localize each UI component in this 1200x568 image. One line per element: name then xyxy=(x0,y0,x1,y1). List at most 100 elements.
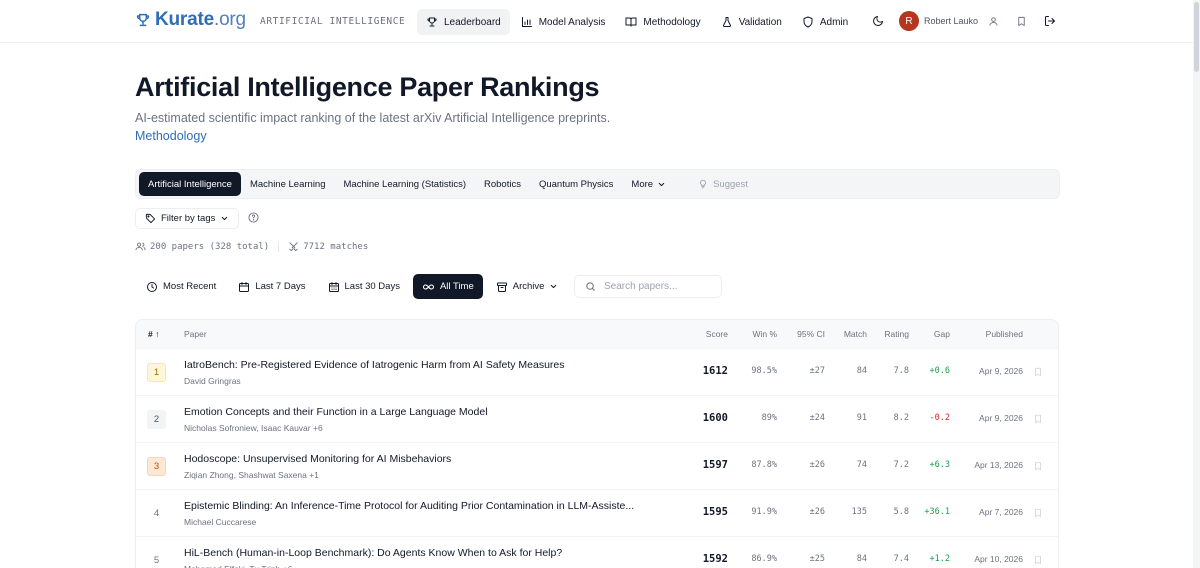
swords-icon xyxy=(288,241,299,252)
suggest-category-button[interactable]: Suggest xyxy=(689,172,757,196)
infinity-icon xyxy=(422,281,435,293)
user-icon[interactable] xyxy=(988,16,999,27)
logo-text: Kurate.org xyxy=(155,9,246,30)
papers-count: 200 papers (328 total) xyxy=(150,241,270,252)
filter-by-tags-button[interactable]: Filter by tags xyxy=(135,208,240,229)
nav-leaderboard[interactable]: Leaderboard xyxy=(417,9,510,35)
page-scrollbar[interactable] xyxy=(1193,0,1200,568)
paper-title[interactable]: Hodoscope: Unsupervised Monitoring for A… xyxy=(184,453,451,465)
user-name[interactable]: Robert Lauko xyxy=(924,16,978,26)
match-value: 135 xyxy=(851,507,867,517)
bookmark-icon[interactable] xyxy=(1033,367,1043,377)
win-header[interactable]: Win % xyxy=(752,329,777,339)
gap-value: +6.3 xyxy=(929,460,950,470)
nav-label: Admin xyxy=(819,16,849,28)
book-icon xyxy=(625,16,637,28)
most-recent-button[interactable]: Most Recent xyxy=(137,274,225,299)
tab-robotics[interactable]: Robotics xyxy=(475,172,530,196)
tab-machine-learning-statistics[interactable]: Machine Learning (Statistics) xyxy=(335,172,476,196)
rankings-table: # ↑ Paper Score Win % 95% CI Match Ratin… xyxy=(135,319,1059,568)
tab-more[interactable]: More xyxy=(622,172,675,196)
logout-icon[interactable] xyxy=(1044,15,1056,27)
methodology-link[interactable]: Methodology xyxy=(135,129,207,143)
ci-header[interactable]: 95% CI xyxy=(797,329,825,339)
divider xyxy=(278,241,280,252)
nav-admin[interactable]: Admin xyxy=(793,9,857,35)
win-value: 89% xyxy=(761,413,777,423)
scrollbar-thumb[interactable] xyxy=(1194,2,1199,72)
users-icon xyxy=(135,241,146,252)
archive-dropdown[interactable]: Archive xyxy=(487,274,568,299)
published-date: Apr 9, 2026 xyxy=(979,366,1023,376)
archive-icon xyxy=(496,281,508,293)
page-subtitle: AI-estimated scientific impact ranking o… xyxy=(135,111,611,125)
gap-value: -0.2 xyxy=(929,413,950,423)
filter-label: Filter by tags xyxy=(161,213,216,224)
nav-model-analysis[interactable]: Model Analysis xyxy=(512,9,615,35)
avatar[interactable]: R xyxy=(899,11,919,31)
bookmark-icon[interactable] xyxy=(1033,555,1043,565)
win-value: 91.9% xyxy=(751,507,777,517)
paper-authors: David Gringras xyxy=(184,376,241,386)
clock-icon xyxy=(146,281,158,293)
top-navbar: Kurate.org ARTIFICIAL INTELLIGENCE Leade… xyxy=(0,0,1200,43)
last-30-days-button[interactable]: Last 30 Days xyxy=(319,274,409,299)
paper-title[interactable]: Epistemic Blinding: An Inference-Time Pr… xyxy=(184,500,634,512)
paper-title[interactable]: HiL-Bench (Human-in-Loop Benchmark): Do … xyxy=(184,547,562,559)
suggest-label: Suggest xyxy=(713,178,748,190)
bookmark-nav-icon[interactable] xyxy=(1016,16,1027,27)
match-header[interactable]: Match xyxy=(844,329,867,339)
tab-artificial-intelligence[interactable]: Artificial Intelligence xyxy=(139,172,241,196)
match-value: 74 xyxy=(856,460,867,470)
search-icon xyxy=(585,281,596,292)
win-value: 98.5% xyxy=(751,366,777,376)
bookmark-icon[interactable] xyxy=(1033,461,1043,471)
nav-methodology[interactable]: Methodology xyxy=(616,9,709,35)
all-time-button[interactable]: All Time xyxy=(412,274,483,299)
rating-header[interactable]: Rating xyxy=(884,329,909,339)
win-value: 86.9% xyxy=(751,554,777,564)
score-header[interactable]: Score xyxy=(706,329,728,339)
user-area: R Robert Lauko xyxy=(872,11,1056,31)
matches-count: 7712 matches xyxy=(303,241,369,252)
tab-machine-learning[interactable]: Machine Learning xyxy=(241,172,335,196)
table-row[interactable]: 1 IatroBench: Pre-Registered Evidence of … xyxy=(136,348,1058,395)
bookmark-icon[interactable] xyxy=(1033,414,1043,424)
paper-title[interactable]: IatroBench: Pre-Registered Evidence of I… xyxy=(184,359,565,371)
chevron-down-icon xyxy=(549,282,558,291)
score-value: 1595 xyxy=(702,506,728,518)
moon-icon[interactable] xyxy=(872,15,884,27)
page-title: Artificial Intelligence Paper Rankings xyxy=(135,72,600,102)
main-nav: Leaderboard Model Analysis Methodology V… xyxy=(417,9,857,35)
score-value: 1597 xyxy=(702,459,728,471)
published-date: Apr 13, 2026 xyxy=(974,460,1023,470)
logo[interactable]: Kurate.org xyxy=(135,9,246,31)
search-input[interactable] xyxy=(604,281,714,292)
rating-value: 7.4 xyxy=(893,554,909,564)
last-7-days-button[interactable]: Last 7 Days xyxy=(229,274,314,299)
last-7-label: Last 7 Days xyxy=(255,281,306,292)
gap-header[interactable]: Gap xyxy=(934,329,950,339)
tab-quantum-physics[interactable]: Quantum Physics xyxy=(530,172,622,196)
published-header[interactable]: Published xyxy=(986,329,1023,339)
help-icon[interactable] xyxy=(248,212,259,223)
rank-badge: 1 xyxy=(147,363,166,382)
table-row[interactable]: 4 Epistemic Blinding: An Inference-Time P… xyxy=(136,489,1058,536)
chevron-down-icon xyxy=(657,180,666,189)
table-row[interactable]: 5 HiL-Bench (Human-in-Loop Benchmark): Do… xyxy=(136,536,1058,568)
nav-label: Methodology xyxy=(643,16,701,28)
paper-title[interactable]: Emotion Concepts and their Function in a… xyxy=(184,406,488,418)
bookmark-icon[interactable] xyxy=(1033,508,1043,518)
more-label: More xyxy=(631,178,654,190)
table-row[interactable]: 3 Hodoscope: Unsupervised Monitoring for … xyxy=(136,442,1058,489)
nav-label: Leaderboard xyxy=(444,16,501,28)
table-row[interactable]: 2 Emotion Concepts and their Function in … xyxy=(136,395,1058,442)
rank-sort-header[interactable]: # ↑ xyxy=(148,329,159,339)
published-date: Apr 10, 2026 xyxy=(974,554,1023,564)
chevron-down-icon xyxy=(220,214,229,223)
ci-value: ±24 xyxy=(809,413,825,423)
published-date: Apr 7, 2026 xyxy=(979,507,1023,517)
paper-header[interactable]: Paper xyxy=(184,329,207,339)
nav-validation[interactable]: Validation xyxy=(712,9,791,35)
bar-chart-icon xyxy=(521,16,533,28)
